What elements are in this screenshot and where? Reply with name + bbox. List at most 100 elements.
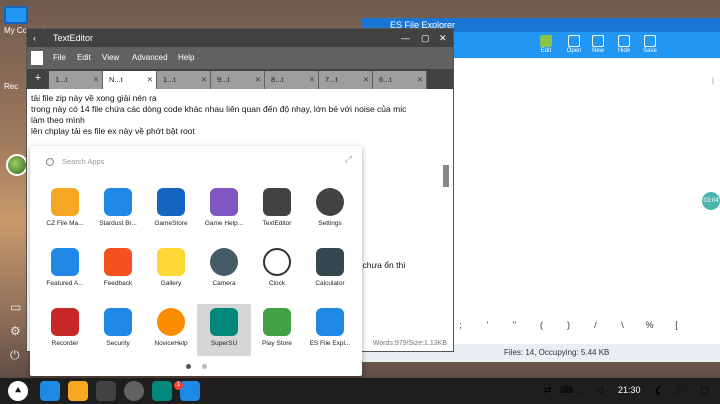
es-hide-button[interactable]: Hide xyxy=(614,35,634,54)
te-tab[interactable]: 6...t ✕ xyxy=(373,71,427,89)
calculator-icon xyxy=(316,248,344,276)
menu-advanced[interactable]: Advanced xyxy=(132,53,168,62)
te-tab[interactable]: 8...t ✕ xyxy=(265,71,319,89)
power-icon[interactable]: ⏻ xyxy=(10,348,20,363)
app-shield[interactable]: Security xyxy=(91,304,145,356)
es-new-button[interactable]: New xyxy=(588,35,608,54)
taskbar: ⯅ ⇄ ⌨ ◡ ◁ 21:30 ❮ ⌂ ▢ xyxy=(0,378,720,404)
keyboard-icon xyxy=(210,188,238,216)
browser-icon[interactable] xyxy=(40,381,60,401)
clock[interactable]: 21:30 xyxy=(618,385,641,395)
te-tab[interactable]: 9...t ✕ xyxy=(211,71,265,89)
close-tab-icon[interactable]: ✕ xyxy=(93,71,99,89)
punctuation-key[interactable]: / xyxy=(582,320,609,330)
back-nav-icon[interactable]: ❮ xyxy=(654,385,662,396)
app-drawer: Search Apps ⤢ CZ File Ma... Stardust Br..… xyxy=(30,146,362,376)
globe-icon xyxy=(104,188,132,216)
home-nav-icon[interactable]: ⌂ xyxy=(676,385,681,395)
close-tab-icon[interactable]: ✕ xyxy=(255,71,261,89)
clock-icon xyxy=(263,248,291,276)
window-icon[interactable]: ▭ xyxy=(10,300,21,314)
close-tab-icon[interactable]: ✕ xyxy=(417,71,423,89)
close-tab-icon[interactable]: ✕ xyxy=(201,71,207,89)
app-feedback[interactable]: Feedback xyxy=(91,244,145,296)
punctuation-key[interactable]: [ xyxy=(663,320,690,330)
recorder-icon xyxy=(51,308,79,336)
app-label: GameStore xyxy=(154,220,188,227)
te-tab[interactable]: 1...t ✕ xyxy=(49,71,103,89)
te-tabbar: + 1...t ✕ N...t ✕ 1...t ✕ 9...t ✕ 8...t ✕ 7...t ✕ 6.… xyxy=(27,69,453,89)
app-gear[interactable]: Settings xyxy=(303,184,357,236)
close-tab-icon[interactable]: ✕ xyxy=(363,71,369,89)
te-tab[interactable]: 1...t ✕ xyxy=(157,71,211,89)
close-tab-icon[interactable]: ✕ xyxy=(309,71,315,89)
te-tab-label: 7...t xyxy=(325,75,338,84)
back-arrow-icon[interactable]: ‹ xyxy=(33,29,36,47)
app-pen[interactable]: TextEditor xyxy=(250,184,304,236)
gear-icon[interactable]: ⚙ xyxy=(10,324,21,338)
feedback-icon xyxy=(104,248,132,276)
settings-icon[interactable] xyxy=(124,381,144,401)
app-play-store[interactable]: Play Store xyxy=(250,304,304,356)
supersu-icon[interactable] xyxy=(152,381,172,401)
te-tab[interactable]: N...t ✕ xyxy=(103,71,157,89)
app-help[interactable]: NoviceHelp xyxy=(144,304,198,356)
app-label: Camera xyxy=(212,280,236,287)
menu-edit[interactable]: Edit xyxy=(77,53,91,62)
avatar[interactable] xyxy=(6,154,28,176)
close-icon[interactable]: ✕ xyxy=(439,29,447,47)
te-menubar: File Edit View Advanced Help xyxy=(27,47,453,69)
es-icon xyxy=(316,308,344,336)
texteditor-icon[interactable] xyxy=(96,381,116,401)
add-tab-button[interactable]: + xyxy=(31,71,45,85)
app-store[interactable]: GameStore xyxy=(144,184,198,236)
wifi-icon[interactable]: ◡ xyxy=(578,385,586,396)
minimize-icon[interactable]: — xyxy=(401,29,410,47)
search-apps-input[interactable]: Search Apps xyxy=(46,156,346,170)
app-clock[interactable]: Clock xyxy=(250,244,304,296)
help-icon xyxy=(157,308,185,336)
menu-help[interactable]: Help xyxy=(178,53,194,62)
punctuation-key[interactable]: ( xyxy=(528,320,555,330)
punctuation-key[interactable]: " xyxy=(501,320,528,330)
sync-icon[interactable]: ⇄ xyxy=(544,385,552,396)
close-tab-icon[interactable]: ✕ xyxy=(147,71,153,89)
volume-icon[interactable]: ◁ xyxy=(596,385,603,396)
te-line: lên chplay tải es file ex này về phớt bậ… xyxy=(31,126,195,136)
punctuation-key[interactable]: ' xyxy=(474,320,501,330)
page-indicator-active[interactable] xyxy=(186,364,191,369)
es-save-button[interactable]: Save xyxy=(640,35,660,54)
maximize-icon[interactable]: ▢ xyxy=(421,29,430,47)
app-label: TextEditor xyxy=(262,220,292,227)
punctuation-key[interactable]: ) xyxy=(555,320,582,330)
app-calculator[interactable]: Calculator xyxy=(303,244,357,296)
folder-icon[interactable] xyxy=(68,381,88,401)
floating-badge[interactable]: 03:04 xyxy=(702,192,720,210)
punctuation-key[interactable]: \ xyxy=(609,320,636,330)
app-logo-icon xyxy=(31,51,43,65)
app-bag[interactable]: Featured A... xyxy=(38,244,92,296)
app-es[interactable]: ES File Expl... xyxy=(303,304,357,356)
es-edit-button[interactable]: Edit xyxy=(536,35,556,54)
app-keyboard[interactable]: Game Help... xyxy=(197,184,251,236)
start-button[interactable]: ⯅ xyxy=(8,381,28,401)
expand-icon[interactable]: ⤢ xyxy=(345,154,352,165)
app-supersu[interactable]: SuperSU xyxy=(197,304,251,356)
app-globe[interactable]: Stardust Br... xyxy=(91,184,145,236)
app-label: Stardust Br... xyxy=(99,220,137,227)
te-tab[interactable]: 7...t ✕ xyxy=(319,71,373,89)
app-folder[interactable]: CZ File Ma... xyxy=(38,184,92,236)
shield-icon xyxy=(104,308,132,336)
punctuation-key[interactable]: % xyxy=(636,320,663,330)
app-gallery[interactable]: Gallery xyxy=(144,244,198,296)
es-explorer-icon[interactable] xyxy=(180,381,200,401)
menu-view[interactable]: View xyxy=(102,53,119,62)
app-camera[interactable]: Camera xyxy=(197,244,251,296)
keyboard-icon[interactable]: ⌨ xyxy=(560,385,573,396)
menu-file[interactable]: File xyxy=(53,53,66,62)
recents-nav-icon[interactable]: ▢ xyxy=(700,385,709,396)
app-recorder[interactable]: Recorder xyxy=(38,304,92,356)
es-open-button[interactable]: Open xyxy=(564,35,584,54)
page-indicator[interactable] xyxy=(202,364,207,369)
te-scrollbar[interactable] xyxy=(443,165,449,187)
